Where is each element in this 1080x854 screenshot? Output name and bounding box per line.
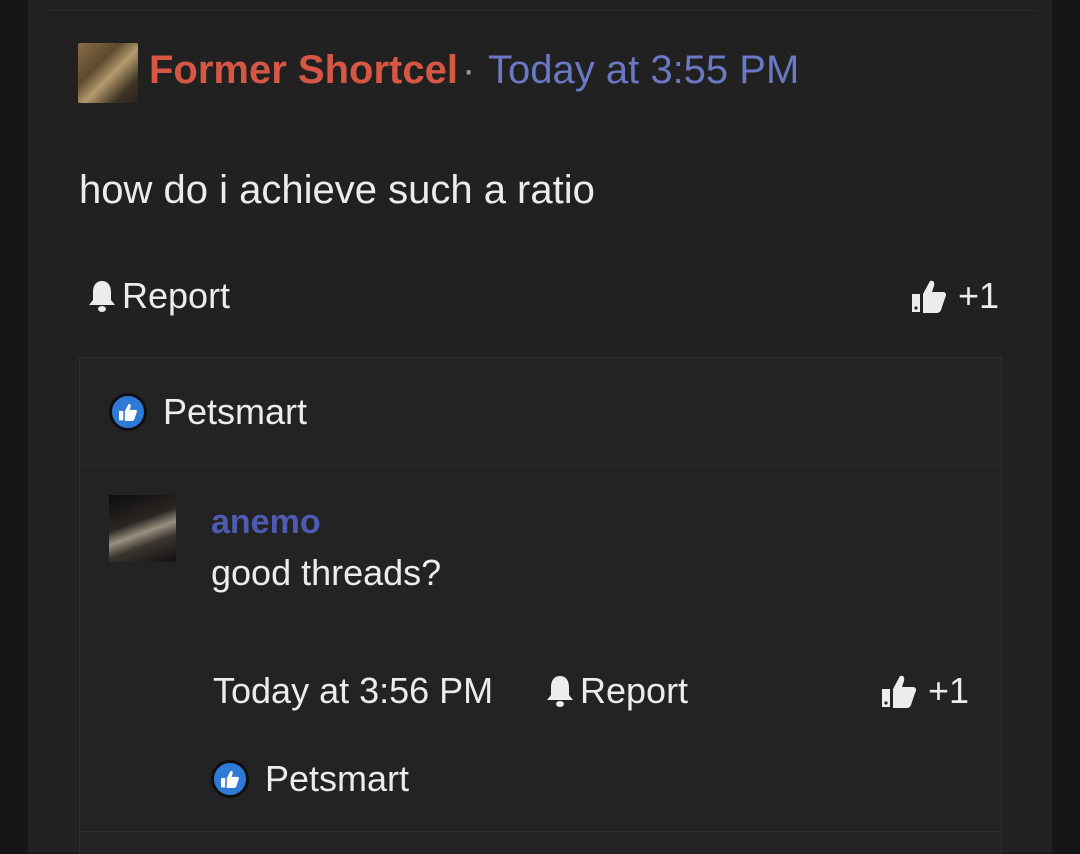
thumbs-up-badge-icon: [211, 760, 249, 798]
bell-icon: [546, 674, 574, 708]
report-label: Report: [122, 275, 231, 316]
post-timestamp[interactable]: Today at 3:55 PM: [488, 48, 799, 93]
report-button[interactable]: Report: [88, 275, 230, 317]
post-author-avatar[interactable]: [78, 43, 138, 103]
bell-icon: [88, 279, 116, 313]
reaction-user[interactable]: Petsmart: [163, 391, 307, 433]
post-body: how do i achieve such a ratio: [79, 168, 595, 212]
reply-like-button[interactable]: +1: [880, 670, 969, 712]
post-author-name[interactable]: Former Shortcel: [149, 48, 458, 93]
report-label: Report: [580, 670, 689, 711]
reply-author-avatar[interactable]: [109, 495, 176, 562]
meta-separator: ·: [462, 48, 476, 92]
reply-timestamp[interactable]: Today at 3:56 PM: [213, 670, 493, 712]
divider: [46, 10, 1036, 11]
reply-body: good threads?: [211, 552, 442, 593]
like-count: +1: [958, 275, 1000, 316]
divider: [80, 465, 1000, 466]
divider: [80, 831, 1000, 832]
reaction-row[interactable]: Petsmart: [109, 391, 307, 433]
like-button[interactable]: +1: [910, 275, 999, 317]
thumbs-up-badge-icon: [109, 393, 147, 431]
reaction-user[interactable]: Petsmart: [265, 758, 409, 800]
like-count: +1: [928, 670, 970, 711]
reply-report-button[interactable]: Report: [546, 670, 688, 712]
reply-author-name[interactable]: anemo: [211, 503, 321, 542]
reply-reaction-row[interactable]: Petsmart: [211, 758, 409, 800]
thumbs-up-icon: [910, 277, 948, 315]
thumbs-up-icon: [880, 672, 918, 710]
